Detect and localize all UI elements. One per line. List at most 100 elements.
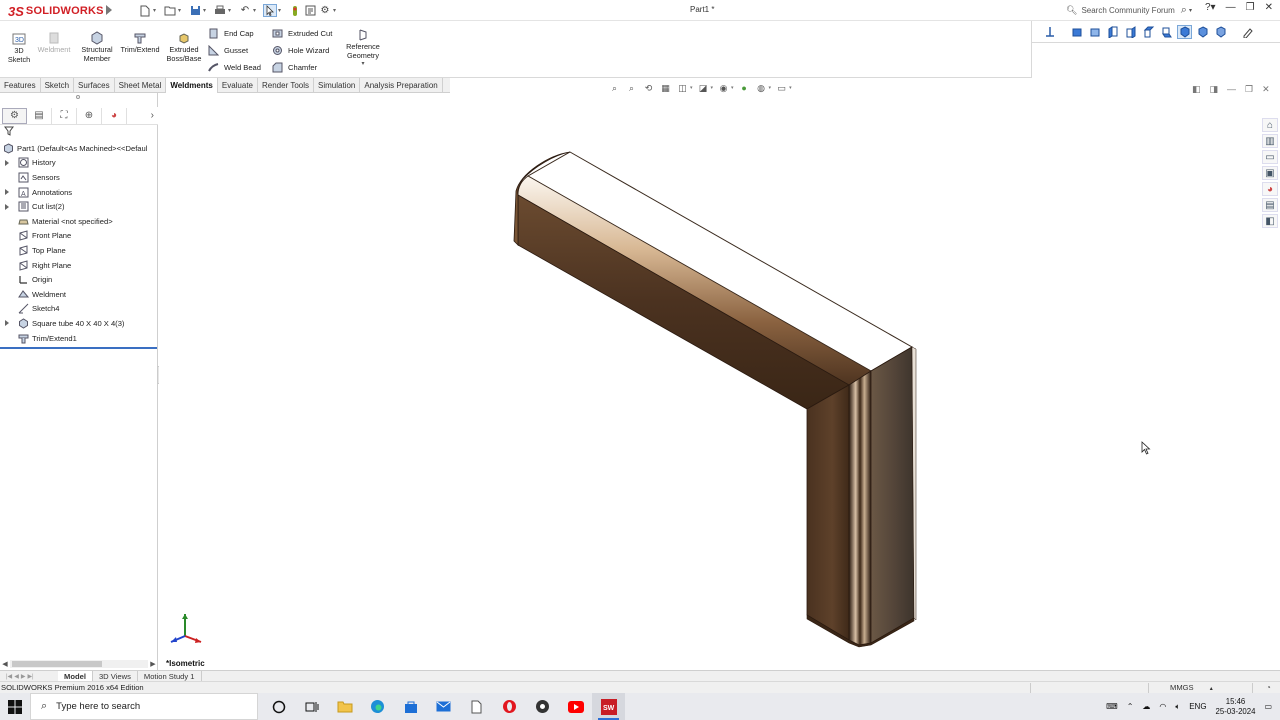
sketch-pencil-icon[interactable] (1240, 25, 1255, 39)
tab-features[interactable]: Features (0, 78, 41, 93)
tree-item[interactable]: A Annotations (0, 185, 158, 200)
onedrive-icon[interactable]: ☁ (1142, 702, 1150, 711)
hide-show-dropdown-icon[interactable]: ▾ (731, 85, 734, 91)
save-dropdown-icon[interactable]: ▾ (203, 7, 209, 14)
dimetric-view-icon[interactable] (1213, 25, 1228, 39)
right-view-icon[interactable] (1123, 25, 1138, 39)
solidworks-forum-icon[interactable]: ◧ (1262, 214, 1278, 228)
tree-item[interactable]: Weldment (0, 287, 158, 302)
tab-3d-views[interactable]: 3D Views (93, 670, 138, 682)
more-tabs-icon[interactable]: › (151, 110, 154, 121)
file-explorer-taskbar-icon[interactable] (328, 693, 361, 720)
appearances-icon[interactable]: ◕ (1262, 182, 1278, 196)
solidworks-resources-icon[interactable]: ⌂ (1262, 118, 1278, 132)
mail-icon[interactable] (427, 693, 460, 720)
tab-evaluate[interactable]: Evaluate (218, 78, 258, 93)
tree-item[interactable]: Top Plane (0, 243, 158, 258)
reference-geometry-dropdown-icon[interactable]: ▾ (361, 60, 364, 69)
display-manager-tab-icon[interactable]: ◕ (102, 107, 127, 124)
bottom-view-icon[interactable] (1159, 25, 1174, 39)
menu-expand-arrow-icon[interactable] (106, 5, 112, 15)
graphics-area[interactable] (159, 95, 1280, 670)
solidworks-logo[interactable]: 3S SOLIDWORKS (8, 3, 104, 19)
viewport-minimize-icon[interactable]: — (1227, 84, 1236, 95)
unit-system-dropdown-icon[interactable]: ▴ (1210, 686, 1213, 692)
dimxpert-manager-tab-icon[interactable]: ⊕ (77, 107, 102, 124)
solidworks-taskbar-icon[interactable]: SW (592, 693, 625, 720)
tab-motion-study[interactable]: Motion Study 1 (138, 670, 202, 682)
display-style-icon[interactable]: ◪ (697, 82, 710, 95)
help-icon[interactable]: ?▾ (1205, 2, 1216, 13)
tree-item[interactable]: Material <not specified> (0, 214, 158, 229)
tab-sketch[interactable]: Sketch (41, 78, 75, 93)
gusset-button[interactable]: Gusset (208, 44, 248, 56)
tab-sheet-metal[interactable]: Sheet Metal (115, 78, 167, 93)
save-icon[interactable] (188, 4, 202, 17)
select-arrow-icon[interactable] (263, 4, 277, 17)
open-dropdown-icon[interactable]: ▾ (178, 7, 184, 14)
rollback-bar[interactable] (0, 347, 157, 349)
front-view-icon[interactable] (1069, 25, 1084, 39)
select-dropdown-icon[interactable]: ▾ (278, 7, 284, 14)
trim-extend-button[interactable]: Trim/Extend (118, 31, 162, 55)
scroll-thumb[interactable] (12, 661, 102, 667)
search-dropdown-icon[interactable]: ▾ (1189, 7, 1192, 14)
previous-view-icon[interactable]: ⟲ (642, 82, 655, 95)
hide-show-items-icon[interactable]: ◉ (717, 82, 730, 95)
end-cap-button[interactable]: End Cap (208, 27, 254, 39)
viewport-restore-icon[interactable]: ❐ (1245, 84, 1253, 95)
view-palette-icon[interactable]: ▣ (1262, 166, 1278, 180)
clock[interactable]: 15:46 25-03-2024 (1216, 697, 1256, 717)
back-view-icon[interactable] (1087, 25, 1102, 39)
display-style-dropdown-icon[interactable]: ▾ (711, 85, 714, 91)
top-view-icon[interactable] (1141, 25, 1156, 39)
file-explorer-icon[interactable]: ▭ (1262, 150, 1278, 164)
next-tab-icon[interactable]: ▶ (21, 673, 26, 680)
design-library-icon[interactable]: ▥ (1262, 134, 1278, 148)
weldment-button[interactable]: Weldment (36, 31, 72, 55)
chrome-browser-icon[interactable] (526, 693, 559, 720)
keyboard-icon[interactable]: ⌨ (1106, 702, 1118, 711)
tab-render-tools[interactable]: Render Tools (258, 78, 314, 93)
options-dropdown-icon[interactable]: ▾ (333, 7, 339, 14)
opera-browser-icon[interactable] (493, 693, 526, 720)
view-settings-dropdown-icon[interactable]: ▾ (789, 85, 792, 91)
windows-start-icon[interactable] (0, 693, 30, 720)
view-orientation-dropdown-icon[interactable]: ▾ (690, 85, 693, 91)
expand-arrow-icon[interactable] (5, 189, 9, 196)
first-tab-icon[interactable]: |◀ (6, 673, 12, 680)
minimize-icon[interactable]: — (1226, 2, 1236, 13)
previous-tab-icon[interactable]: ◀ (14, 673, 19, 680)
reference-geometry-button[interactable]: Reference Geometry ▾ (342, 28, 384, 69)
zoom-to-area-icon[interactable]: ⌕ (625, 82, 638, 95)
show-hidden-icons-icon[interactable]: ⌃ (1127, 702, 1134, 711)
zoom-to-fit-icon[interactable]: ⌕ (608, 82, 621, 95)
apply-scene-icon[interactable]: ◍ (755, 82, 768, 95)
structural-member-button[interactable]: Structural Member (78, 31, 116, 63)
view-settings-icon[interactable]: ▭ (775, 82, 788, 95)
taskbar-search[interactable]: ⌕ Type here to search (30, 693, 258, 720)
rebuild-icon[interactable] (288, 4, 302, 17)
expand-arrow-icon[interactable] (5, 320, 9, 327)
trimetric-view-icon[interactable] (1195, 25, 1210, 39)
hole-wizard-button[interactable]: Hole Wizard (272, 44, 329, 56)
last-tab-icon[interactable]: ▶| (27, 673, 33, 680)
tab-weldments[interactable]: Weldments (166, 78, 218, 93)
new-document-icon[interactable] (138, 4, 152, 17)
volume-icon[interactable]: 🔈︎ (1175, 702, 1180, 712)
options-gear-icon[interactable]: ⚙ (318, 4, 332, 17)
configuration-manager-tab-icon[interactable]: ⛶ (52, 107, 77, 124)
extruded-cut-button[interactable]: Extruded Cut (272, 27, 332, 39)
cortana-icon[interactable] (262, 693, 295, 720)
expand-arrow-icon[interactable] (5, 159, 9, 166)
scroll-left-icon[interactable]: ◀ (0, 660, 10, 668)
search-input[interactable]: Search Community Forum (1081, 6, 1174, 15)
microsoft-store-icon[interactable] (394, 693, 427, 720)
edit-appearance-icon[interactable]: ● (738, 82, 751, 95)
chamfer-button[interactable]: Chamfer (272, 61, 317, 73)
restore-icon[interactable]: ❐ (1246, 2, 1255, 13)
print-dropdown-icon[interactable]: ▾ (228, 7, 234, 14)
tab-simulation[interactable]: Simulation (314, 78, 361, 93)
tree-item[interactable]: Trim/Extend1 (0, 331, 158, 346)
tree-item[interactable]: Front Plane (0, 229, 158, 244)
